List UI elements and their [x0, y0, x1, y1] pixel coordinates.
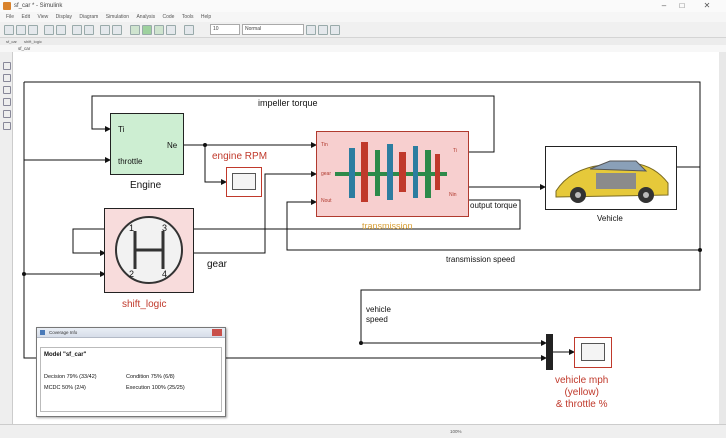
coverage-close-icon[interactable] — [212, 329, 222, 336]
gear-signal-label: gear — [207, 259, 228, 270]
coverage-title: Coverage Info — [49, 330, 78, 335]
simulink-window: sf_car * - Simulink – □ ✕ File Edit View… — [0, 0, 726, 438]
vehicle-label: Vehicle — [597, 214, 623, 223]
scope-screen-icon — [232, 173, 256, 190]
car-illustration — [555, 160, 669, 203]
engine-rpm-label: engine RPM — [212, 151, 268, 162]
status-bar: 100% — [0, 424, 726, 438]
transmission-port-gear: gear — [321, 171, 332, 177]
transmission-port-ti: Ti — [453, 148, 457, 154]
mux-block[interactable] — [546, 334, 553, 370]
scope-screen-icon — [581, 343, 605, 361]
engine-port-ne: Ne — [167, 141, 178, 150]
transmission-port-nout: Nout — [321, 198, 332, 204]
engine-port-ti: Ti — [118, 125, 125, 134]
vehicle-mph-scope[interactable] — [574, 337, 612, 368]
coverage-mcdc: MCDC 50% (2/4) — [44, 385, 86, 391]
shift-logic-label: shift_logic — [122, 299, 167, 310]
coverage-model-name: Model "sf_car" — [44, 352, 87, 358]
gear-4-label: 4 — [162, 269, 168, 279]
coverage-condition: Condition 75% (6/8) — [126, 374, 175, 380]
transmission-label: transmission — [362, 221, 413, 231]
engine-rpm-scope[interactable] — [226, 167, 262, 197]
coverage-app-icon — [40, 330, 45, 335]
gear-1-label: 1 — [129, 223, 135, 233]
impeller-torque-label: impeller torque — [258, 98, 318, 108]
coverage-info-window[interactable]: Coverage Info Model "sf_car" Decision 79… — [36, 327, 226, 417]
transmission-block[interactable]: Tin gear Nout Ti Nin — [316, 131, 469, 217]
transmission-port-nin: Nin — [449, 192, 457, 198]
coverage-title-bar[interactable]: Coverage Info — [37, 328, 225, 338]
coverage-body: Model "sf_car" Decision 79% (33/42) Cond… — [40, 347, 222, 412]
vehicle-mph-scope-label: vehicle mph (yellow) & throttle % — [555, 375, 609, 410]
shift-logic-block[interactable]: 1 3 2 4 — [104, 208, 194, 293]
gear-2-label: 2 — [129, 269, 135, 279]
coverage-decision: Decision 79% (33/42) — [44, 374, 97, 380]
engine-label: Engine — [130, 180, 162, 191]
zoom-level: 100% — [450, 429, 462, 434]
vehicle-speed-label: vehicle speed — [366, 305, 391, 324]
vehicle-block[interactable] — [545, 146, 677, 210]
gear-3-label: 3 — [162, 223, 168, 233]
gearbox-illustration — [335, 142, 447, 202]
engine-port-throttle: throttle — [118, 157, 143, 166]
gear-shifter-icon — [115, 216, 183, 284]
transmission-speed-label: transmission speed — [446, 255, 515, 264]
transmission-port-tin: Tin — [321, 142, 328, 148]
coverage-execution: Execution 100% (25/25) — [126, 385, 185, 391]
output-torque-label: output torque — [470, 201, 518, 210]
engine-block[interactable]: Ti throttle Ne — [110, 113, 184, 175]
